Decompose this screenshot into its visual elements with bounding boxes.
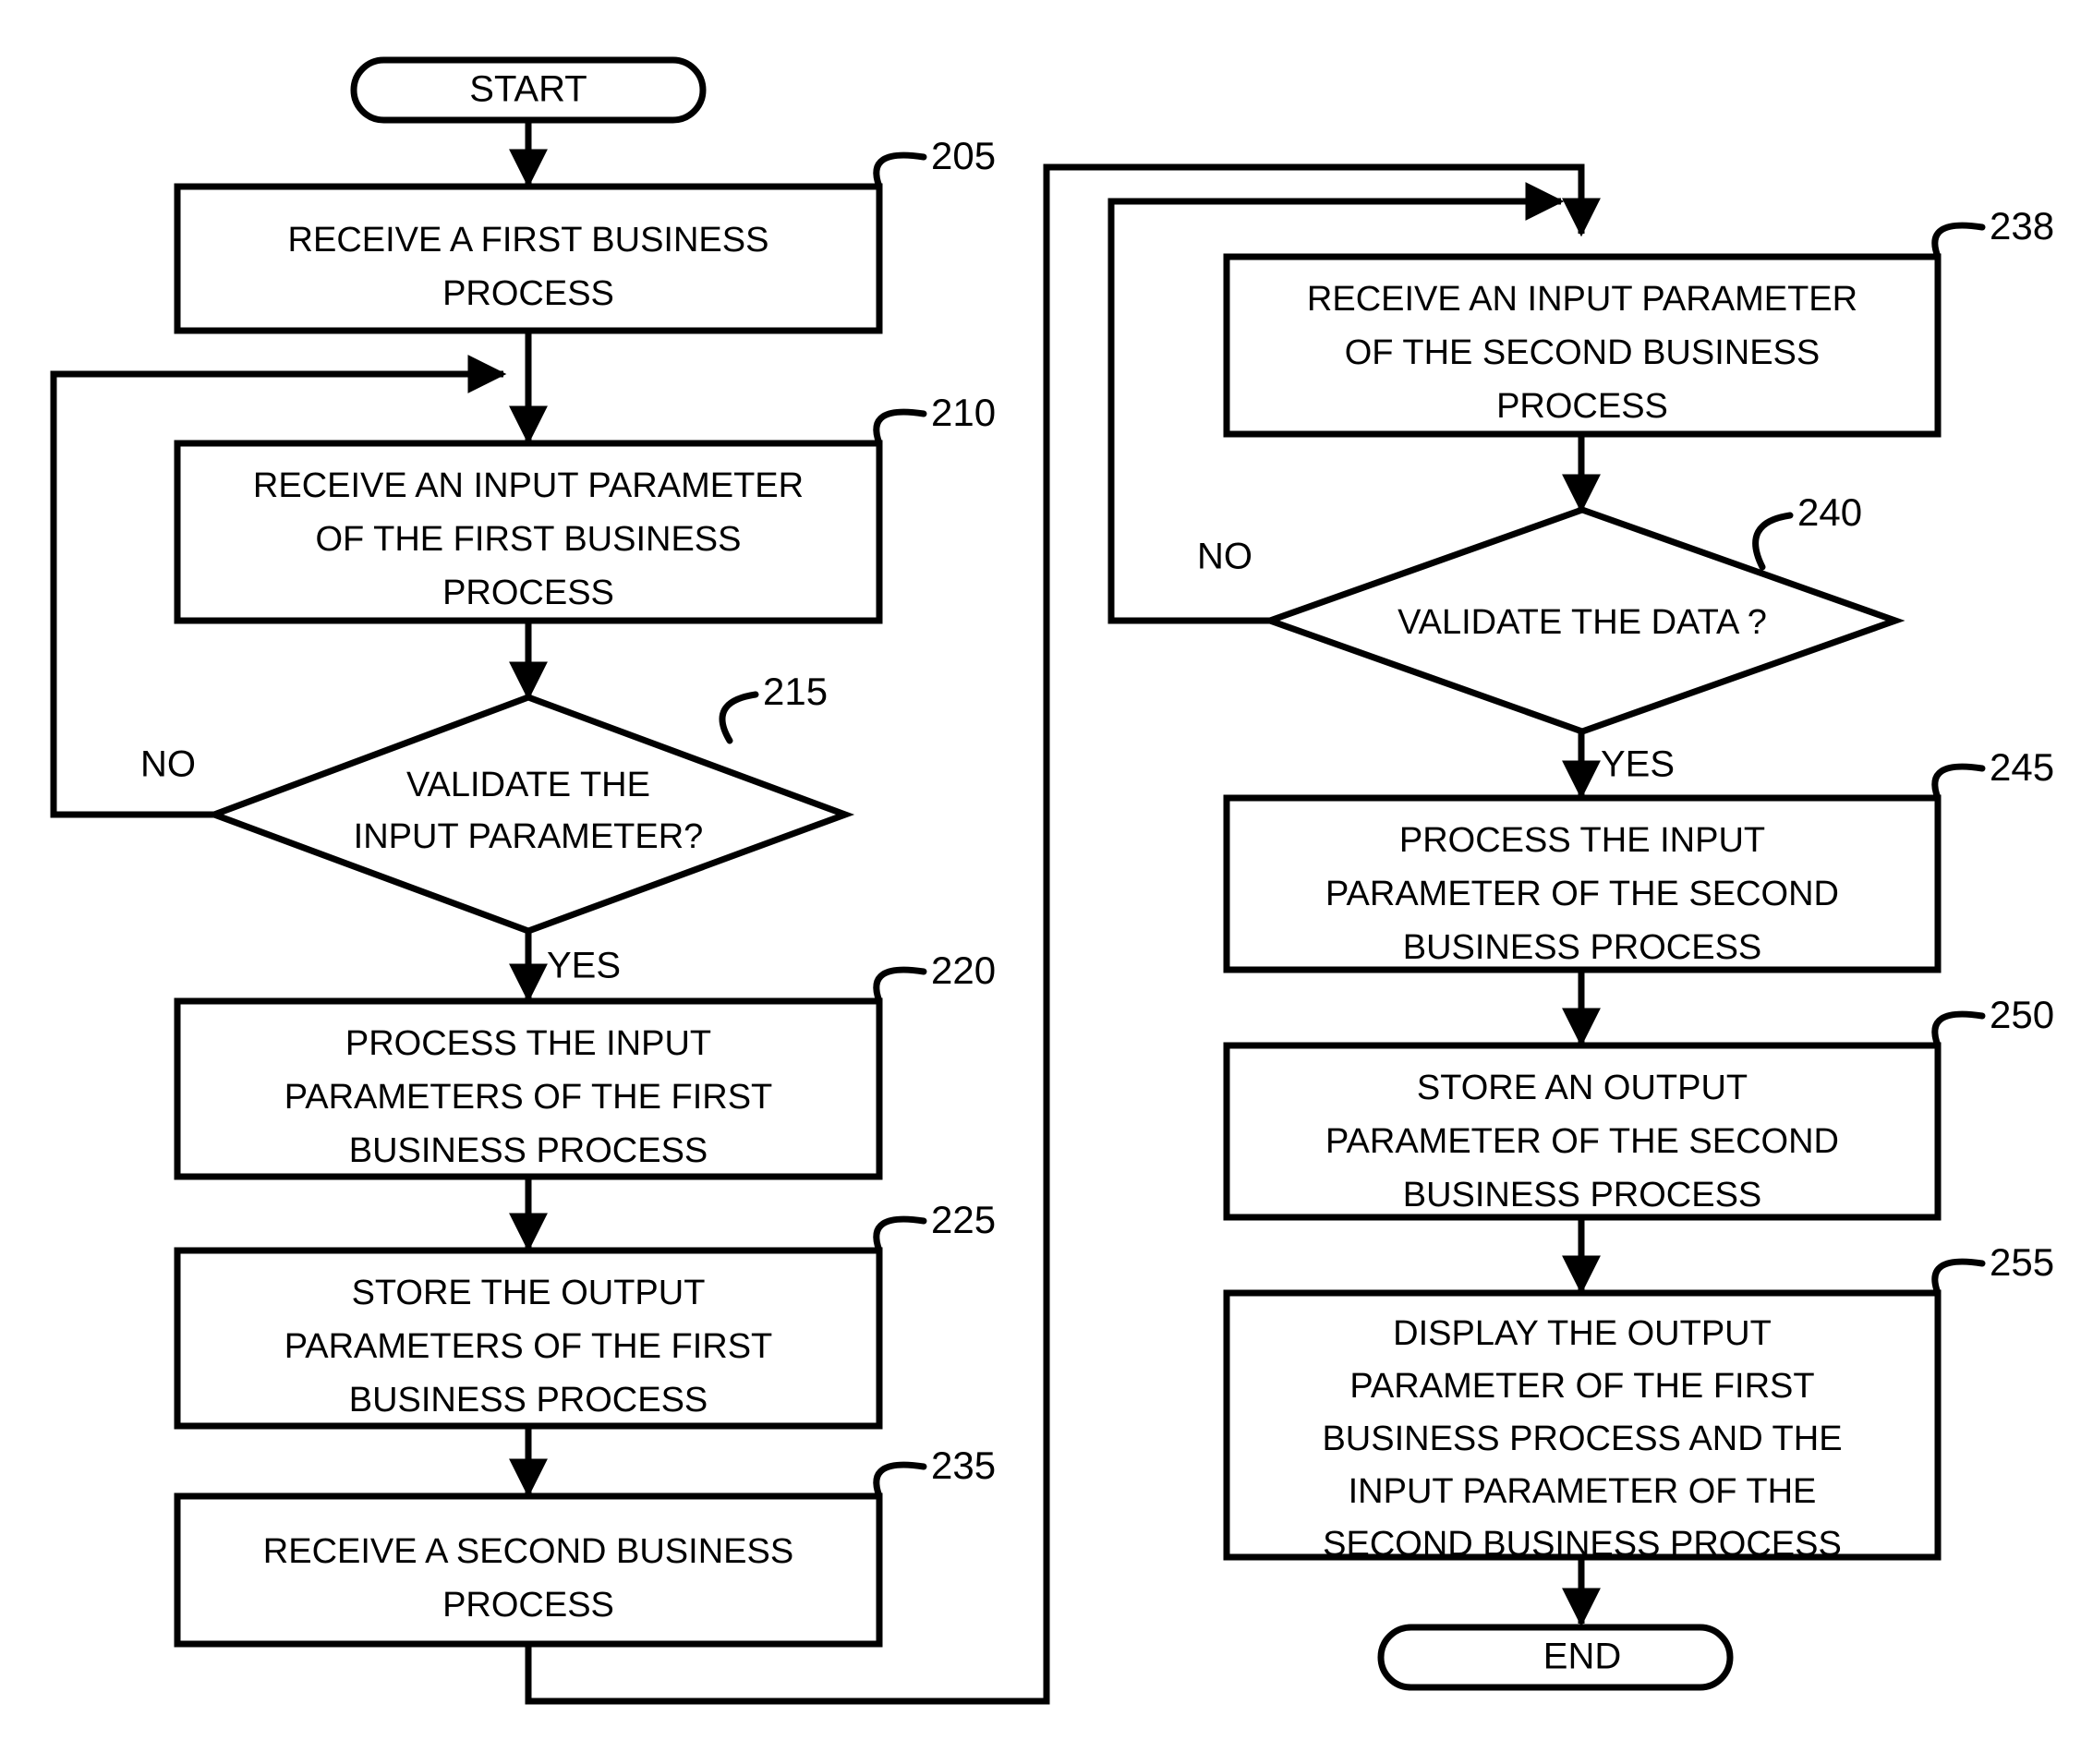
branch-label-no-right: NO (1197, 537, 1252, 577)
node-225-line-1: PARAMETERS OF THE FIRST (284, 1327, 773, 1366)
node-205: RECEIVE A FIRST BUSINESS PROCESS 205 (174, 134, 996, 334)
node-238: RECEIVE AN INPUT PARAMETER OF THE SECOND… (1223, 204, 2054, 438)
node-250-line-1: PARAMETER OF THE SECOND (1325, 1122, 1839, 1161)
flowchart-svg: START RECEIVE A FIRST BUSINESS PROCESS 2… (50, 56, 2054, 1705)
branch-label-yes-right: YES (1601, 744, 1675, 785)
node-255-line-1: PARAMETER OF THE FIRST (1349, 1367, 1814, 1406)
node-235-line-1: PROCESS (442, 1586, 614, 1625)
node-225: STORE THE OUTPUT PARAMETERS OF THE FIRST… (174, 1198, 996, 1430)
node-238-line-2: PROCESS (1496, 387, 1668, 426)
terminal-start-label: START (469, 69, 587, 110)
node-245-ref: 245 (1990, 745, 2054, 789)
node-235-ref: 235 (931, 1444, 996, 1487)
node-225-ref: 225 (931, 1198, 996, 1241)
node-245-line-0: PROCESS THE INPUT (1399, 821, 1765, 860)
flowchart-canvas: START RECEIVE A FIRST BUSINESS PROCESS 2… (0, 0, 2081, 1764)
branch-label-yes-left: YES (547, 946, 621, 986)
node-255-line-3: INPUT PARAMETER OF THE (1349, 1472, 1817, 1511)
node-210: RECEIVE AN INPUT PARAMETER OF THE FIRST … (174, 391, 996, 624)
node-215-ref: 215 (763, 670, 828, 713)
node-220-line-1: PARAMETERS OF THE FIRST (284, 1078, 773, 1117)
node-220-line-2: BUSINESS PROCESS (349, 1131, 708, 1170)
node-250: STORE AN OUTPUT PARAMETER OF THE SECOND … (1223, 993, 2054, 1221)
node-225-line-0: STORE THE OUTPUT (352, 1274, 706, 1312)
node-255-line-4: SECOND BUSINESS PROCESS (1323, 1525, 1842, 1564)
branch-label-no-left: NO (140, 744, 196, 785)
node-210-line-0: RECEIVE AN INPUT PARAMETER (253, 466, 804, 505)
node-250-line-0: STORE AN OUTPUT (1417, 1069, 1748, 1107)
node-238-line-0: RECEIVE AN INPUT PARAMETER (1307, 280, 1857, 319)
node-240: VALIDATE THE DATA ? 240 (1260, 490, 1906, 735)
node-245-line-1: PARAMETER OF THE SECOND (1325, 875, 1839, 913)
node-215: VALIDATE THE INPUT PARAMETER? 215 (204, 670, 855, 935)
terminal-end-label: END (1543, 1637, 1621, 1677)
node-250-line-2: BUSINESS PROCESS (1403, 1176, 1762, 1214)
node-240-ref: 240 (1797, 490, 1862, 534)
node-238-ref: 238 (1990, 204, 2054, 248)
node-255-line-2: BUSINESS PROCESS AND THE (1322, 1420, 1842, 1458)
node-210-ref: 210 (931, 391, 996, 434)
node-215-line-0: VALIDATE THE (406, 766, 650, 804)
node-205-ref: 205 (931, 134, 996, 177)
node-245-line-2: BUSINESS PROCESS (1403, 928, 1762, 967)
node-235-line-0: RECEIVE A SECOND BUSINESS (263, 1532, 793, 1571)
node-235: RECEIVE A SECOND BUSINESS PROCESS 235 (174, 1444, 996, 1648)
node-250-ref: 250 (1990, 993, 2054, 1036)
node-220-line-0: PROCESS THE INPUT (345, 1024, 711, 1063)
node-210-line-1: OF THE FIRST BUSINESS (315, 520, 741, 559)
node-225-line-2: BUSINESS PROCESS (349, 1381, 708, 1420)
terminal-end: END (1377, 1624, 1734, 1691)
node-220-ref: 220 (931, 948, 996, 992)
node-255-ref: 255 (1990, 1240, 2054, 1284)
node-255: DISPLAY THE OUTPUT PARAMETER OF THE FIRS… (1223, 1240, 2054, 1564)
terminal-start: START (350, 56, 707, 124)
node-255-line-0: DISPLAY THE OUTPUT (1393, 1314, 1772, 1353)
node-210-line-2: PROCESS (442, 574, 614, 612)
node-240-line-0: VALIDATE THE DATA ? (1397, 603, 1767, 642)
node-205-line-0: RECEIVE A FIRST BUSINESS (288, 221, 769, 260)
node-238-line-1: OF THE SECOND BUSINESS (1345, 333, 1821, 372)
node-215-line-1: INPUT PARAMETER? (354, 817, 704, 856)
node-205-line-1: PROCESS (442, 274, 614, 313)
